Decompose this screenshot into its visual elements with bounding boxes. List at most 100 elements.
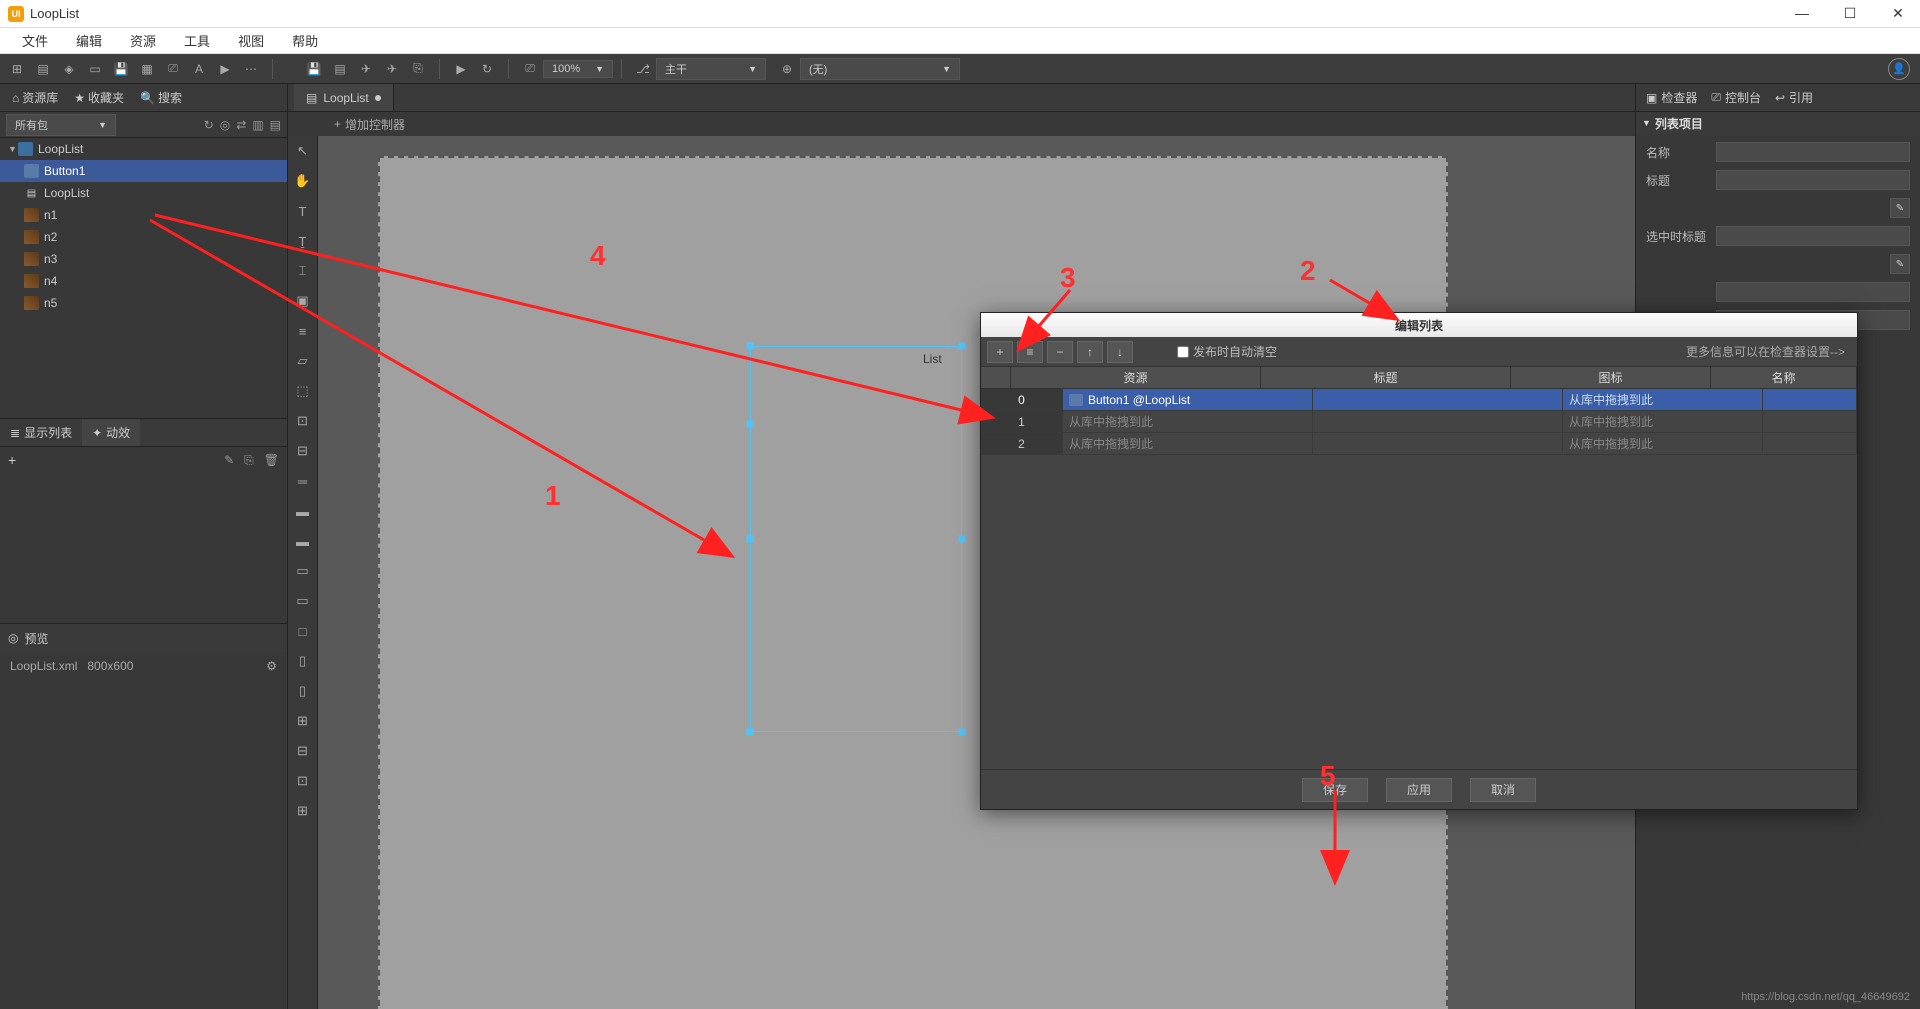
tab-console[interactable]: ⎚控制台 <box>1705 89 1767 106</box>
input-name[interactable] <box>1716 142 1910 162</box>
cell-resource[interactable]: Button1 @LoopList <box>1063 389 1313 410</box>
package-filter-dropdown[interactable]: 所有包 ▼ <box>6 114 116 136</box>
tab-favorites[interactable]: ★收藏夹 <box>68 89 130 106</box>
v9-tool-icon[interactable]: ⊟ <box>292 740 314 762</box>
refresh-icon[interactable]: ↻ <box>474 56 500 82</box>
target-icon[interactable]: ◎ <box>220 118 230 132</box>
save-all-icon[interactable]: ▤ <box>327 56 353 82</box>
table-row[interactable]: 2 从库中拖拽到此 从库中拖拽到此 <box>981 433 1857 455</box>
table-row[interactable]: 0 Button1 @LoopList 从库中拖拽到此 <box>981 389 1857 411</box>
hand-tool-icon[interactable]: ✋ <box>292 170 314 192</box>
cell-name[interactable] <box>1763 389 1857 410</box>
align-tool-icon[interactable]: ═ <box>292 470 314 492</box>
branch-dropdown[interactable]: 主干 ▼ <box>656 58 766 80</box>
v11-tool-icon[interactable]: ⊞ <box>292 800 314 822</box>
sel-handle-sw[interactable] <box>747 729 754 736</box>
cell-resource[interactable]: 从库中拖拽到此 <box>1063 411 1313 432</box>
dlg-add-button[interactable]: + <box>987 341 1013 363</box>
minimize-button[interactable]: — <box>1788 5 1816 22</box>
dlg-moveup-button[interactable]: ↑ <box>1077 341 1103 363</box>
add-controller-label[interactable]: 增加控制器 <box>345 116 405 133</box>
document-tab-looplist[interactable]: ▤ LoopList <box>294 84 394 111</box>
columns-icon[interactable]: ▥ <box>252 118 263 132</box>
tab-reference[interactable]: ↩引用 <box>1769 89 1819 106</box>
play-icon[interactable]: ▶ <box>212 56 238 82</box>
menu-tool[interactable]: 工具 <box>170 31 224 50</box>
tab-animation[interactable]: ✦动效 <box>82 419 140 446</box>
v3-tool-icon[interactable]: ▭ <box>292 560 314 582</box>
tree-item-n5[interactable]: n5 <box>0 292 287 314</box>
user-avatar[interactable]: 👤 <box>1888 58 1910 80</box>
file-icon[interactable]: ▤ <box>30 56 56 82</box>
branch-icon[interactable]: ⎇ <box>630 56 656 82</box>
send2-icon[interactable]: ✈ <box>379 56 405 82</box>
menu-help[interactable]: 帮助 <box>278 31 332 50</box>
gear-icon[interactable]: ⚙ <box>266 659 277 673</box>
v6-tool-icon[interactable]: ▯ <box>292 650 314 672</box>
cell-name[interactable] <box>1763 411 1857 432</box>
v7-tool-icon[interactable]: ▯ <box>292 680 314 702</box>
col-header-icon[interactable]: 图标 <box>1511 367 1711 388</box>
sel-handle-n[interactable] <box>747 421 754 428</box>
section-list-item[interactable]: ▼ 列表项目 <box>1636 112 1920 134</box>
graph-tool-icon[interactable]: ▱ <box>292 350 314 372</box>
trash-icon[interactable]: 🗑 <box>264 453 279 468</box>
dialog-title[interactable]: 编辑列表 <box>981 313 1857 337</box>
edit-icon[interactable]: ✎ <box>224 453 234 468</box>
dlg-remove-button[interactable]: − <box>1047 341 1073 363</box>
grid-icon[interactable]: ▦ <box>134 56 160 82</box>
menu-file[interactable]: 文件 <box>8 31 62 50</box>
menu-edit[interactable]: 编辑 <box>62 31 116 50</box>
v10-tool-icon[interactable]: ⊡ <box>292 770 314 792</box>
dlg-insert-button[interactable]: ≡ <box>1017 341 1043 363</box>
send-icon[interactable]: ✈ <box>353 56 379 82</box>
input-extra1[interactable] <box>1716 282 1910 302</box>
col-header-name[interactable]: 名称 <box>1711 367 1857 388</box>
sync-icon[interactable]: ↻ <box>204 118 214 132</box>
selection-box[interactable] <box>750 346 962 732</box>
cell-icon[interactable]: 从库中拖拽到此 <box>1563 411 1763 432</box>
tab-library[interactable]: ⌂资源库 <box>6 89 64 106</box>
v1-tool-icon[interactable]: ▬ <box>292 500 314 522</box>
run-icon[interactable]: ▶ <box>448 56 474 82</box>
maximize-button[interactable]: ☐ <box>1836 5 1864 22</box>
cell-title[interactable] <box>1313 389 1563 410</box>
table-row[interactable]: 1 从库中拖拽到此 从库中拖拽到此 <box>981 411 1857 433</box>
col-header-resource[interactable]: 资源 <box>1011 367 1261 388</box>
zoom-dropdown[interactable]: 100% ▼ <box>543 60 613 78</box>
phone-icon[interactable]: ⎚ <box>160 56 186 82</box>
menu-resource[interactable]: 资源 <box>116 31 170 50</box>
list-icon[interactable]: ▤ <box>270 118 281 132</box>
cell-title[interactable] <box>1313 433 1563 454</box>
text-tool-icon[interactable]: T <box>292 200 314 222</box>
tree-item-n3[interactable]: n3 <box>0 248 287 270</box>
more-icon[interactable]: ⋯ <box>238 56 264 82</box>
group-tool-icon[interactable]: ⊡ <box>292 410 314 432</box>
cell-icon[interactable]: 从库中拖拽到此 <box>1563 433 1763 454</box>
edit-seltitle-button[interactable]: ✎ <box>1890 254 1910 274</box>
plus-icon[interactable]: + <box>334 117 341 131</box>
tab-inspector[interactable]: ▣检查器 <box>1640 89 1703 106</box>
tree-item-n2[interactable]: n2 <box>0 226 287 248</box>
tree-item-button1[interactable]: Button1 <box>0 160 287 182</box>
dlg-movedown-button[interactable]: ↓ <box>1107 341 1133 363</box>
cell-icon[interactable]: 从库中拖拽到此 <box>1563 389 1763 410</box>
cell-name[interactable] <box>1763 433 1857 454</box>
sel-handle-ne[interactable] <box>959 343 966 350</box>
apply-button[interactable]: 应用 <box>1386 778 1452 802</box>
bookmark-icon[interactable]: ◈ <box>56 56 82 82</box>
loader-tool-icon[interactable]: ⬚ <box>292 380 314 402</box>
cell-title[interactable] <box>1313 411 1563 432</box>
pointer-tool-icon[interactable]: ↖ <box>292 140 314 162</box>
tree-item-looplist[interactable]: ▤ LoopList <box>0 182 287 204</box>
auto-clear-input[interactable] <box>1177 346 1189 358</box>
v4-tool-icon[interactable]: ▭ <box>292 590 314 612</box>
device-icon[interactable]: ⎚ <box>517 56 543 82</box>
sel-handle-nw[interactable] <box>747 343 754 350</box>
tree-item-n4[interactable]: n4 <box>0 270 287 292</box>
menu-view[interactable]: 视图 <box>224 31 278 50</box>
copy-icon[interactable]: ⎘ <box>244 453 254 468</box>
globe-icon[interactable]: ⊕ <box>774 56 800 82</box>
auto-clear-checkbox[interactable]: 发布时自动清空 <box>1177 343 1277 360</box>
add-button[interactable]: + <box>8 452 16 468</box>
